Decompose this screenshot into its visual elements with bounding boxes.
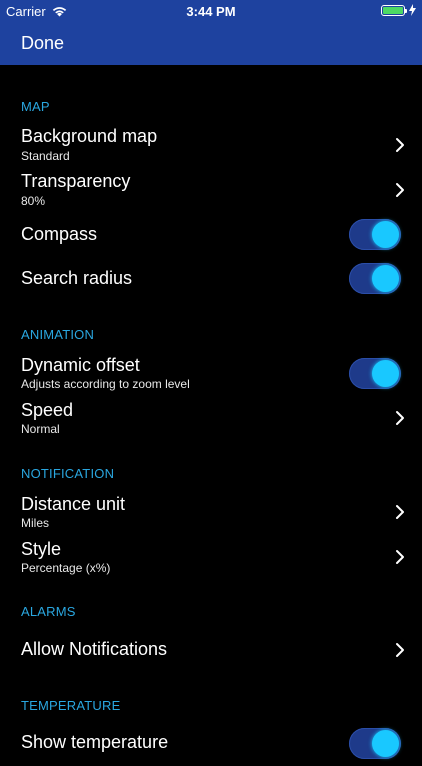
row-value: Standard xyxy=(21,149,70,163)
chevron-right-icon xyxy=(396,643,404,657)
dynamic-offset-toggle[interactable] xyxy=(349,358,401,389)
status-bar: Carrier 3:44 PM xyxy=(0,0,422,22)
chevron-right-icon xyxy=(396,183,404,197)
search-radius-toggle[interactable] xyxy=(349,263,401,294)
chevron-right-icon xyxy=(396,411,404,425)
row-title: Style xyxy=(21,539,62,559)
section-header-animation: ANIMATION xyxy=(21,327,95,342)
row-distance-unit[interactable]: Distance unit Miles xyxy=(0,491,422,535)
row-subtitle: Adjusts according to zoom level xyxy=(21,377,190,391)
compass-toggle[interactable] xyxy=(349,219,401,250)
row-title: Speed xyxy=(21,400,74,420)
navigation-bar: Done xyxy=(0,22,422,65)
row-search-radius: Search radius xyxy=(0,257,422,301)
chevron-right-icon xyxy=(396,505,404,519)
row-title: Background map xyxy=(21,126,158,146)
status-right xyxy=(381,4,416,16)
row-style[interactable]: Style Percentage (x%) xyxy=(0,536,422,580)
row-show-temperature: Show temperature xyxy=(0,722,422,766)
done-button[interactable]: Done xyxy=(21,33,64,54)
toggle-knob xyxy=(372,730,399,757)
toggle-knob xyxy=(372,221,399,248)
row-dynamic-offset: Dynamic offset Adjusts according to zoom… xyxy=(0,352,422,396)
row-title: Transparency xyxy=(21,171,131,191)
section-header-notification: NOTIFICATION xyxy=(21,466,115,481)
row-speed[interactable]: Speed Normal xyxy=(0,397,422,441)
battery-icon xyxy=(381,4,407,16)
row-value: Percentage (x%) xyxy=(21,561,111,575)
status-time: 3:44 PM xyxy=(186,4,236,19)
row-value: Normal xyxy=(21,422,60,436)
toggle-knob xyxy=(372,360,399,387)
section-header-map: MAP xyxy=(21,99,50,114)
section-header-alarms: ALARMS xyxy=(21,604,76,619)
show-temperature-toggle[interactable] xyxy=(349,728,401,759)
toggle-knob xyxy=(372,265,399,292)
row-title: Allow Notifications xyxy=(21,639,168,659)
row-value: Miles xyxy=(21,516,50,530)
section-header-temperature: TEMPERATURE xyxy=(21,698,121,713)
row-compass: Compass xyxy=(0,213,422,257)
row-title: Dynamic offset xyxy=(21,355,140,375)
row-value: 80% xyxy=(21,194,46,208)
row-title: Compass xyxy=(21,224,98,244)
chevron-right-icon xyxy=(396,550,404,564)
row-background-map[interactable]: Background map Standard xyxy=(0,123,422,167)
row-title: Search radius xyxy=(21,268,133,288)
charging-bolt-icon xyxy=(409,4,416,16)
row-title: Distance unit xyxy=(21,494,126,514)
row-transparency[interactable]: Transparency 80% xyxy=(0,168,422,212)
row-allow-notifications[interactable]: Allow Notifications xyxy=(0,628,422,672)
chevron-right-icon xyxy=(396,138,404,152)
